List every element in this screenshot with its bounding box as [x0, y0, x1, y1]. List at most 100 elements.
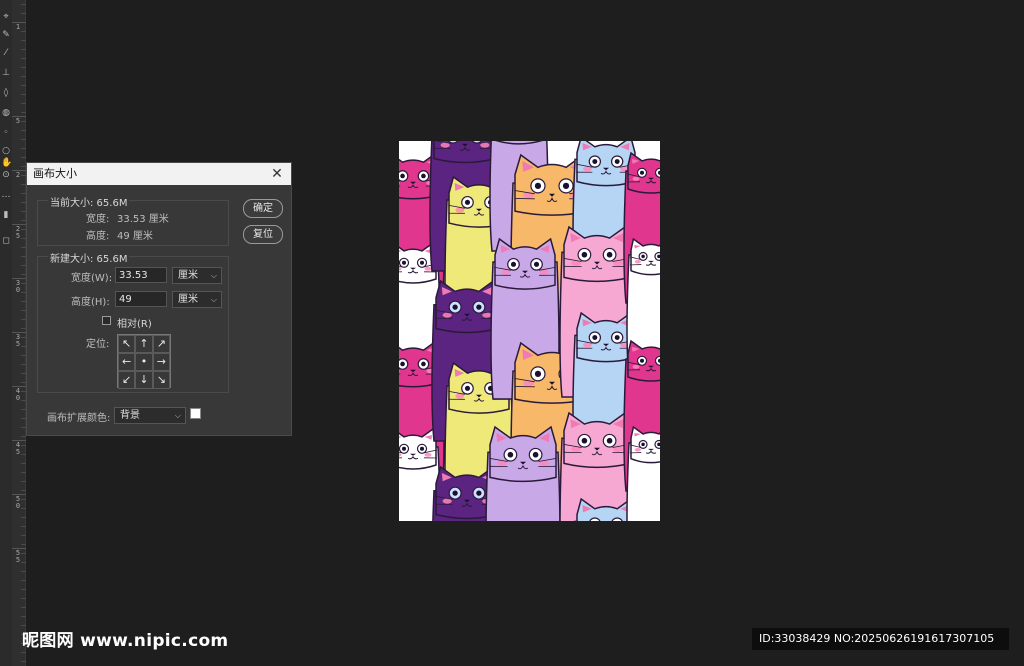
- current-width-value: 33.53 厘米: [117, 214, 169, 225]
- lasso-icon[interactable]: ⌖: [1, 12, 11, 22]
- extension-color-swatch[interactable]: [190, 408, 201, 419]
- reset-button[interactable]: 复位: [243, 225, 283, 244]
- hand-icon[interactable]: ✋: [1, 158, 12, 168]
- cat-cheek: [634, 447, 641, 452]
- ruler-label: 5 0: [15, 495, 21, 510]
- bucket-icon[interactable]: ◍: [1, 108, 11, 118]
- ruler-tick: [21, 535, 26, 536]
- new-height-label: 高度(H):: [71, 297, 110, 308]
- dodge-icon[interactable]: ○: [1, 146, 11, 156]
- close-icon[interactable]: ✕: [268, 165, 286, 183]
- cat-pupil: [400, 361, 405, 367]
- new-size-legend: 新建大小: 65.6M: [48, 250, 130, 265]
- ruler-tick: [21, 472, 26, 473]
- cat-pupil: [402, 260, 406, 265]
- width-unit-value: 厘米: [178, 270, 198, 281]
- ruler-tick: [21, 94, 26, 95]
- extension-color-select[interactable]: 背景 ⌵: [114, 407, 186, 424]
- canvas-size-dialog: 画布大小 ✕ 当前大小: 65.6M 宽度: 33.53 厘米 高度: 49 厘…: [26, 162, 292, 436]
- ruler-tick: [21, 526, 26, 527]
- anchor-right-icon[interactable]: →: [152, 353, 170, 371]
- anchor-bottom-icon[interactable]: ↓: [135, 371, 153, 389]
- cat-pupil: [420, 446, 424, 451]
- ruler-tick: [21, 103, 26, 104]
- ruler-tick: [21, 85, 26, 86]
- cat-cheek: [632, 176, 640, 181]
- cat-pupil: [421, 361, 426, 367]
- ruler-tick: [21, 13, 26, 14]
- zoom-icon[interactable]: ⊙: [1, 170, 11, 180]
- ruler-tick: [21, 517, 26, 518]
- cat-pattern-illustration: [399, 141, 660, 521]
- dialog-title: 画布大小: [33, 167, 77, 180]
- ruler-tick: [21, 157, 26, 158]
- ruler-tick: [21, 4, 26, 5]
- ruler-tick: [21, 490, 26, 491]
- cat-pupil: [476, 304, 482, 310]
- foreground-background-icon[interactable]: ▮: [1, 210, 11, 220]
- anchor-bottom-left-icon[interactable]: ↙: [118, 371, 136, 389]
- ruler-tick: [21, 571, 26, 572]
- cat-pupil: [606, 251, 613, 258]
- ruler-tick: [21, 148, 26, 149]
- cat-pupil: [581, 251, 588, 258]
- more-icon[interactable]: …: [1, 190, 11, 200]
- relative-label[interactable]: 相对(R): [117, 315, 152, 330]
- vertical-ruler: 1 5 2 2 5 3 0 3 5 4 0 4 5 5 0 5 5: [12, 0, 26, 666]
- cat-pupil: [421, 173, 426, 179]
- eraser-icon[interactable]: ◊: [1, 88, 11, 98]
- cat-cheek: [632, 364, 640, 369]
- ruler-tick: [21, 544, 26, 545]
- cat-pupil: [402, 446, 406, 451]
- watermark-id-text: ID:33038429 NO:20250626191617307105: [752, 628, 1009, 650]
- ruler-tick: [21, 661, 26, 662]
- cat-pupil: [592, 159, 598, 165]
- stamp-icon[interactable]: ⊥: [1, 68, 11, 78]
- cat-pupil: [534, 370, 542, 378]
- cat-pupil: [452, 304, 458, 310]
- ruler-tick: [21, 130, 26, 131]
- relative-checkbox[interactable]: [102, 316, 111, 325]
- cat-pupil: [606, 437, 613, 444]
- cat-pupil: [534, 182, 542, 190]
- width-input[interactable]: [115, 267, 167, 283]
- new-width-label: 宽度(W):: [71, 273, 113, 284]
- anchor-top-icon[interactable]: ↑: [135, 335, 153, 353]
- cat-pupil: [400, 173, 405, 179]
- width-unit-select[interactable]: 厘米 ⌵: [172, 267, 222, 284]
- cat-pupil: [533, 261, 540, 267]
- anchor-left-icon[interactable]: ←: [118, 353, 136, 371]
- extension-color-value: 背景: [120, 410, 140, 421]
- current-height-value: 49 厘米: [117, 231, 153, 242]
- document-canvas[interactable]: [399, 141, 660, 521]
- toolbar: ⌖ ✎ ⁄ ⊥ ◊ ◍ ◦ ○ ✋ ⊙ … ▮ ◻: [0, 0, 12, 666]
- cat-pupil: [476, 490, 482, 496]
- current-height-label: 高度:: [86, 231, 110, 242]
- anchor-top-left-icon[interactable]: ↖: [118, 335, 136, 353]
- cat-pupil: [640, 358, 644, 363]
- pen-icon[interactable]: ✎: [1, 30, 11, 40]
- blur-icon[interactable]: ◦: [1, 128, 11, 138]
- height-unit-value: 厘米: [178, 294, 198, 305]
- anchor-grid: ↖ ↑ ↗ ← • → ↙ ↓ ↘: [117, 334, 171, 389]
- ruler-tick: [21, 436, 26, 437]
- dialog-titlebar[interactable]: 画布大小 ✕: [27, 163, 291, 185]
- cat-pupil: [641, 442, 645, 447]
- anchor-bottom-right-icon[interactable]: ↘: [152, 371, 170, 389]
- ruler-tick: [21, 112, 26, 113]
- quick-mask-icon[interactable]: ◻: [1, 236, 11, 246]
- height-input[interactable]: [115, 291, 167, 307]
- ruler-label: 3 5: [15, 333, 21, 348]
- ruler-label: 4 0: [15, 387, 21, 402]
- chevron-down-icon: ⌵: [174, 411, 181, 420]
- watermark-site-text: 昵图网 www.nipic.com: [22, 631, 229, 651]
- ruler-tick: [21, 598, 26, 599]
- height-unit-select[interactable]: 厘米 ⌵: [172, 291, 222, 308]
- cat-pupil: [581, 437, 588, 444]
- anchor-center-icon[interactable]: •: [135, 353, 153, 371]
- ruler-tick: [21, 58, 26, 59]
- cat-cheek: [424, 452, 432, 457]
- brush-icon[interactable]: ⁄: [1, 48, 11, 58]
- anchor-top-right-icon[interactable]: ↗: [152, 335, 170, 353]
- ok-button[interactable]: 确定: [243, 199, 283, 218]
